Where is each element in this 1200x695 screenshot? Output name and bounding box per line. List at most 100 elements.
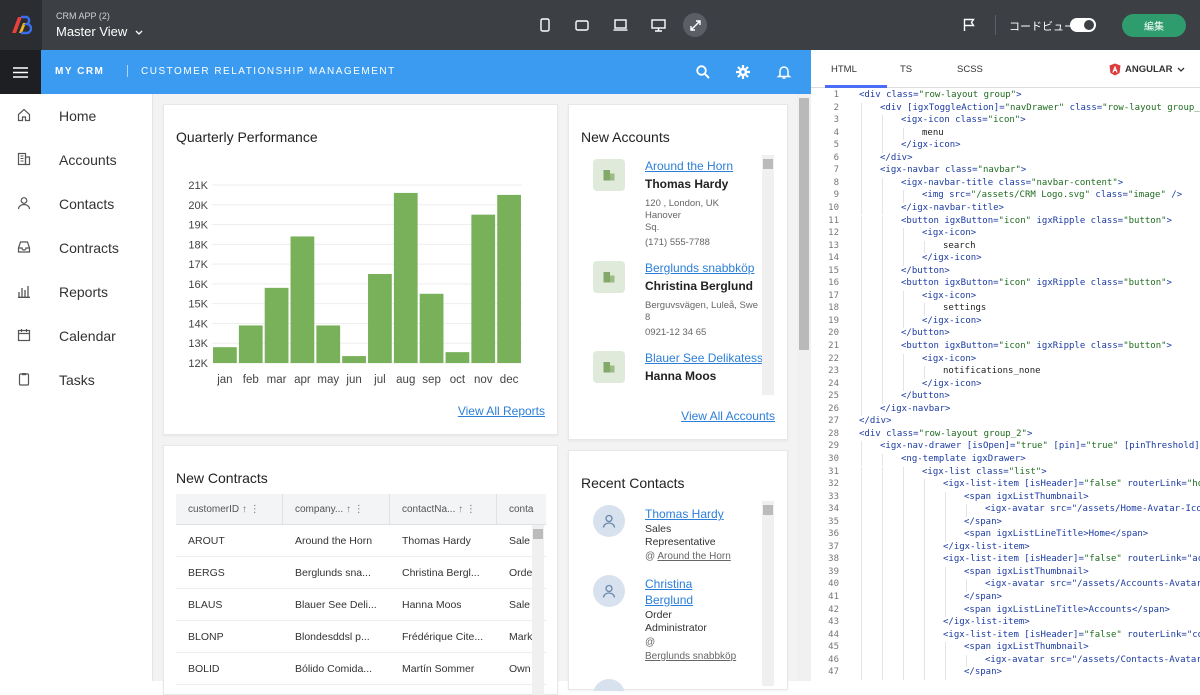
scrollbar-thumb[interactable] xyxy=(799,98,809,350)
notifications-icon[interactable] xyxy=(776,64,792,80)
sidebar-item-home[interactable]: Home xyxy=(0,94,153,138)
code-text: <igx-icon class="icon"> xyxy=(901,115,1026,126)
column-menu-icon[interactable]: ⋮ xyxy=(354,504,364,515)
table-cell[interactable]: Sale xyxy=(509,535,530,547)
tab-scss[interactable]: SCSS xyxy=(957,64,983,75)
column-divider[interactable] xyxy=(389,494,390,525)
column-header-contactname[interactable]: contactNa... ↑ ⋮ xyxy=(402,504,476,515)
menu-button[interactable] xyxy=(0,50,41,94)
gear-icon[interactable] xyxy=(735,64,751,80)
table-row[interactable]: BOLID Bólido Comida... Martín Sommer Own xyxy=(176,653,546,685)
contact-link[interactable]: Thomas Hardy xyxy=(645,505,724,523)
column-menu-icon[interactable]: ⋮ xyxy=(466,504,476,515)
tablet-view-button[interactable] xyxy=(570,13,594,37)
bar-dec[interactable] xyxy=(497,194,521,363)
sidebar-item-contracts[interactable]: Contracts xyxy=(0,226,153,270)
account-link[interactable]: Blauer See Delikatesse xyxy=(645,351,763,365)
table-row[interactable]: BLAUS Blauer See Deli... Hanna Moos Sale xyxy=(176,589,546,621)
scrollbar-thumb[interactable] xyxy=(533,529,543,539)
search-icon[interactable] xyxy=(695,64,711,80)
contact-company-link[interactable]: Berglunds snabbköp xyxy=(645,651,736,662)
column-divider[interactable] xyxy=(282,494,283,525)
contracts-scrollbar[interactable] xyxy=(532,525,544,695)
account-link[interactable]: Berglunds snabbköp xyxy=(645,261,754,275)
accounts-scrollbar[interactable] xyxy=(762,155,774,395)
table-cell[interactable]: Bólido Comida... xyxy=(295,663,372,675)
table-row[interactable]: BLONP Blondesddsl p... Frédérique Cite... M… xyxy=(176,621,546,653)
table-cell[interactable]: BOLID xyxy=(188,663,220,675)
bar-jan[interactable] xyxy=(213,347,237,363)
indent-guide xyxy=(882,303,883,316)
desktop-view-button[interactable] xyxy=(646,13,670,37)
table-cell[interactable]: Martín Sommer xyxy=(402,663,474,675)
framework-selector[interactable]: ANGULAR xyxy=(1109,63,1185,76)
column-header-contacttitle[interactable]: conta xyxy=(509,504,533,515)
table-cell[interactable]: BLAUS xyxy=(188,599,222,611)
bar-feb[interactable] xyxy=(238,325,263,363)
table-cell[interactable]: Blondesddsl p... xyxy=(295,631,370,643)
view-all-accounts-link[interactable]: View All Accounts xyxy=(681,407,775,425)
tab-ts[interactable]: TS xyxy=(900,64,912,75)
bar-jul[interactable] xyxy=(368,274,392,363)
at-symbol: @ xyxy=(645,637,656,648)
phone-view-button[interactable] xyxy=(533,13,557,37)
contact-link[interactable]: Berglund xyxy=(645,591,693,609)
bar-may[interactable] xyxy=(316,325,341,363)
sidebar-item-calendar[interactable]: Calendar xyxy=(0,314,153,358)
view-selector[interactable]: Master View xyxy=(56,24,143,39)
bar-aug[interactable] xyxy=(393,192,418,363)
bar-jun[interactable] xyxy=(342,356,366,363)
edit-button[interactable]: 編集 xyxy=(1122,14,1186,37)
table-cell[interactable]: Christina Bergl... xyxy=(402,567,480,579)
bar-mar[interactable] xyxy=(264,287,289,363)
sidebar-item-tasks[interactable]: Tasks xyxy=(0,358,153,402)
table-cell[interactable]: BLONP xyxy=(188,631,224,643)
code-text: <igx-list-item [isHeader]="false" router… xyxy=(943,629,1200,640)
column-header-company[interactable]: company... ↑ ⋮ xyxy=(295,504,364,515)
scrollbar-thumb[interactable] xyxy=(763,159,773,169)
table-cell[interactable]: Mark xyxy=(509,631,532,643)
table-cell[interactable]: Own xyxy=(509,663,531,675)
table-cell[interactable]: Sale xyxy=(509,599,530,611)
table-cell[interactable]: Hanna Moos xyxy=(402,599,462,611)
sort-arrow-icon[interactable]: ↑ xyxy=(458,504,463,515)
home-icon xyxy=(17,108,31,122)
x-tick-label: jun xyxy=(345,374,361,386)
sidebar-item-reports[interactable]: Reports xyxy=(0,270,153,314)
sort-arrow-icon[interactable]: ↑ xyxy=(242,504,247,515)
bar-sep[interactable] xyxy=(419,293,444,363)
code-view-toggle[interactable] xyxy=(1070,18,1096,32)
scrollbar-thumb[interactable] xyxy=(763,505,773,515)
laptop-view-button[interactable] xyxy=(608,13,632,37)
table-cell[interactable]: Berglunds sna... xyxy=(295,567,371,579)
table-cell[interactable]: Thomas Hardy xyxy=(402,535,471,547)
table-cell[interactable]: AROUT xyxy=(188,535,225,547)
column-menu-icon[interactable]: ⋮ xyxy=(250,504,260,515)
view-all-reports-link[interactable]: View All Reports xyxy=(458,402,545,420)
contacts-scrollbar[interactable] xyxy=(762,501,774,686)
bar-nov[interactable] xyxy=(471,214,496,363)
column-header-customerid[interactable]: customerID ↑ ⋮ xyxy=(188,504,260,515)
fullscreen-view-button[interactable] xyxy=(683,13,707,37)
indent-guide xyxy=(882,617,883,630)
table-row[interactable]: AROUT Around the Horn Thomas Hardy Sale xyxy=(176,525,546,557)
tab-html[interactable]: HTML xyxy=(831,64,857,75)
bar-apr[interactable] xyxy=(290,236,315,363)
account-link[interactable]: Around the Horn xyxy=(645,159,733,173)
code-text: </igx-list-item> xyxy=(943,617,1030,628)
table-cell[interactable]: Blauer See Deli... xyxy=(295,599,377,611)
table-row[interactable]: BERGS Berglunds sna... Christina Bergl... O… xyxy=(176,557,546,589)
bar-oct[interactable] xyxy=(445,352,470,363)
code-line: 21 <button igxButton="icon" igxRipple cla… xyxy=(811,341,1200,354)
sidebar-item-contacts[interactable]: Contacts xyxy=(0,182,153,226)
sidebar-item-accounts[interactable]: Accounts xyxy=(0,138,153,182)
column-divider[interactable] xyxy=(496,494,497,525)
table-cell[interactable]: Frédérique Cite... xyxy=(402,631,483,643)
content-scrollbar[interactable] xyxy=(797,94,811,681)
flag-icon[interactable] xyxy=(963,18,975,32)
table-cell[interactable]: Around the Horn xyxy=(295,535,372,547)
table-cell[interactable]: Orde xyxy=(509,567,532,579)
sort-arrow-icon[interactable]: ↑ xyxy=(346,504,351,515)
contact-company-link[interactable]: Around the Horn xyxy=(657,551,730,562)
table-cell[interactable]: BERGS xyxy=(188,567,225,579)
